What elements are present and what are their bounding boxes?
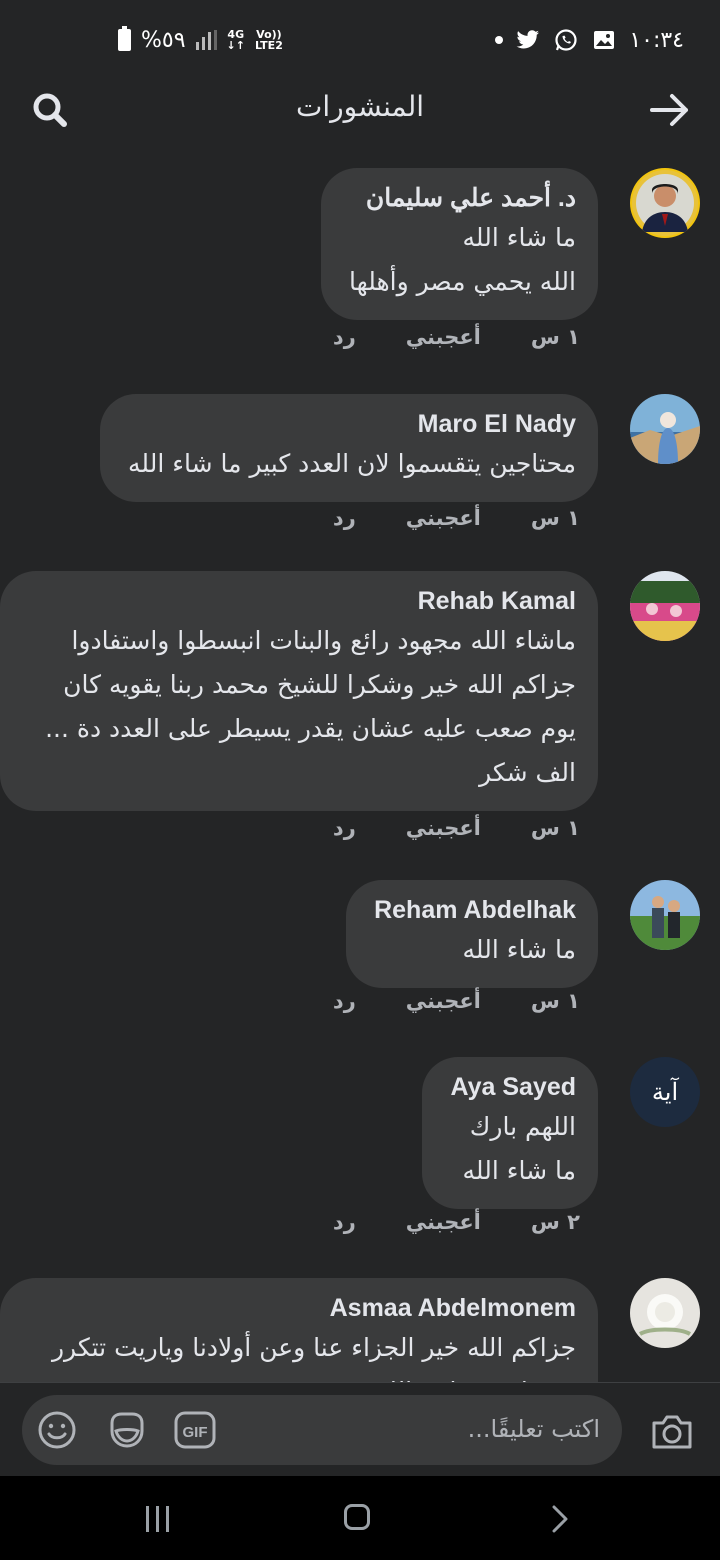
- status-bar: %٥٩ 4G ↓↑ Vo)) LTE2 ١٠:٣٤: [0, 0, 720, 80]
- status-left: %٥٩ 4G ↓↑ Vo)) LTE2: [118, 26, 283, 53]
- gallery-icon: [591, 29, 617, 51]
- camera-icon: [652, 1415, 692, 1449]
- home-button[interactable]: [344, 1504, 370, 1530]
- emoji-icon: [38, 1411, 76, 1449]
- comment-bubble[interactable]: Reham Abdelhak ما شاء الله: [346, 880, 598, 988]
- comment-time: ١ س: [530, 816, 580, 840]
- signal-icon: [195, 30, 217, 50]
- gif-icon: GIF: [174, 1411, 216, 1449]
- page-title: المنشورات: [295, 90, 425, 123]
- chevron-right-icon: [552, 1505, 568, 1533]
- comment-actions: ١ س أعجبني رد: [333, 816, 580, 840]
- sticker-icon: [110, 1412, 144, 1448]
- comment-author[interactable]: Reham Abdelhak: [374, 894, 576, 926]
- comment-placeholder: اكتب تعليقًا...: [467, 1415, 600, 1443]
- like-button[interactable]: أعجبني: [406, 1210, 481, 1234]
- comment-text: ماشاء الله مجهود رائع والبنات انبسطوا وا…: [45, 626, 576, 787]
- clock: ١٠:٣٤: [629, 27, 684, 53]
- avatar[interactable]: آية: [630, 1057, 700, 1127]
- comment-bubble[interactable]: Asmaa Abdelmonem جزاكم الله خير الجزاء ع…: [0, 1278, 598, 1382]
- comment-text: ما شاء الله: [462, 935, 576, 964]
- comment-text: ما شاء الله الله يحمي مصر وأهلها: [349, 223, 576, 296]
- comments-list: د. أحمد علي سليمان ما شاء الله الله يحمي…: [0, 160, 720, 1382]
- gif-button[interactable]: GIF: [174, 1409, 216, 1451]
- recent-apps-button[interactable]: [146, 1506, 174, 1532]
- comment-bubble[interactable]: د. أحمد علي سليمان ما شاء الله الله يحمي…: [321, 168, 598, 320]
- comment-text: اللهم بارك ما شاء الله: [462, 1112, 576, 1185]
- arrow-right-icon: [650, 94, 688, 126]
- whatsapp-icon: [553, 29, 579, 51]
- reply-button[interactable]: رد: [333, 506, 356, 530]
- battery-level: %٥٩: [141, 27, 186, 53]
- like-button[interactable]: أعجبني: [406, 989, 481, 1013]
- comment-text: محتاجين يتقسموا لان العدد كبير ما شاء ال…: [128, 449, 576, 478]
- sticker-button[interactable]: [106, 1409, 148, 1451]
- like-button[interactable]: أعجبني: [406, 816, 481, 840]
- network-4g-indicator: 4G ↓↑: [226, 28, 245, 52]
- comment-author[interactable]: Aya Sayed: [450, 1071, 576, 1103]
- comment-time: ١ س: [530, 325, 580, 349]
- comment-text: جزاكم الله خير الجزاء عنا وعن أولادنا وي…: [51, 1333, 576, 1382]
- comment-time: ٢ س: [530, 1210, 580, 1234]
- comment-bubble[interactable]: Maro El Nady محتاجين يتقسموا لان العدد ك…: [100, 394, 598, 502]
- comment-bubble[interactable]: Aya Sayed اللهم بارك ما شاء الله: [422, 1057, 598, 1209]
- status-right: ١٠:٣٤: [495, 28, 684, 53]
- comment-actions: ١ س أعجبني رد: [333, 506, 580, 530]
- system-nav-bar: [0, 1476, 720, 1560]
- twitter-icon: [515, 29, 541, 51]
- comment-input[interactable]: GIF اكتب تعليقًا...: [22, 1395, 622, 1465]
- comment-actions: ١ س أعجبني رد: [333, 989, 580, 1013]
- battery-icon: [118, 26, 131, 51]
- volte-indicator: Vo)) LTE2: [254, 28, 283, 52]
- comment-time: ١ س: [530, 989, 580, 1013]
- emoji-button[interactable]: [36, 1409, 78, 1451]
- comment-author[interactable]: د. أحمد علي سليمان: [349, 182, 576, 214]
- back-nav-button[interactable]: [548, 1504, 572, 1534]
- reply-button[interactable]: رد: [333, 816, 356, 840]
- gif-label: GIF: [183, 1424, 208, 1441]
- like-button[interactable]: أعجبني: [406, 325, 481, 349]
- comment-author[interactable]: Maro El Nady: [128, 408, 576, 440]
- avatar-text: آية: [651, 1078, 679, 1106]
- comment-author[interactable]: Asmaa Abdelmonem: [28, 1292, 576, 1324]
- reply-button[interactable]: رد: [333, 1210, 356, 1234]
- comment-time: ١ س: [530, 506, 580, 530]
- back-button[interactable]: [648, 90, 692, 130]
- app-header: المنشورات: [0, 80, 720, 140]
- like-button[interactable]: أعجبني: [406, 506, 481, 530]
- notification-dot-icon: [495, 36, 504, 44]
- avatar[interactable]: [630, 1278, 700, 1348]
- avatar[interactable]: [630, 880, 700, 950]
- comment-bubble[interactable]: Rehab Kamal ماشاء الله مجهود رائع والبنا…: [0, 571, 598, 811]
- comment-actions: ٢ س أعجبني رد: [333, 1210, 580, 1234]
- reply-button[interactable]: رد: [333, 325, 356, 349]
- avatar[interactable]: [630, 168, 700, 238]
- camera-button[interactable]: [650, 1411, 694, 1451]
- comment-actions: ١ س أعجبني رد: [333, 325, 580, 349]
- comment-input-bar: GIF اكتب تعليقًا...: [0, 1382, 720, 1477]
- avatar[interactable]: [630, 571, 700, 641]
- reply-button[interactable]: رد: [333, 989, 356, 1013]
- avatar[interactable]: [630, 394, 700, 464]
- comment-author[interactable]: Rehab Kamal: [28, 585, 576, 617]
